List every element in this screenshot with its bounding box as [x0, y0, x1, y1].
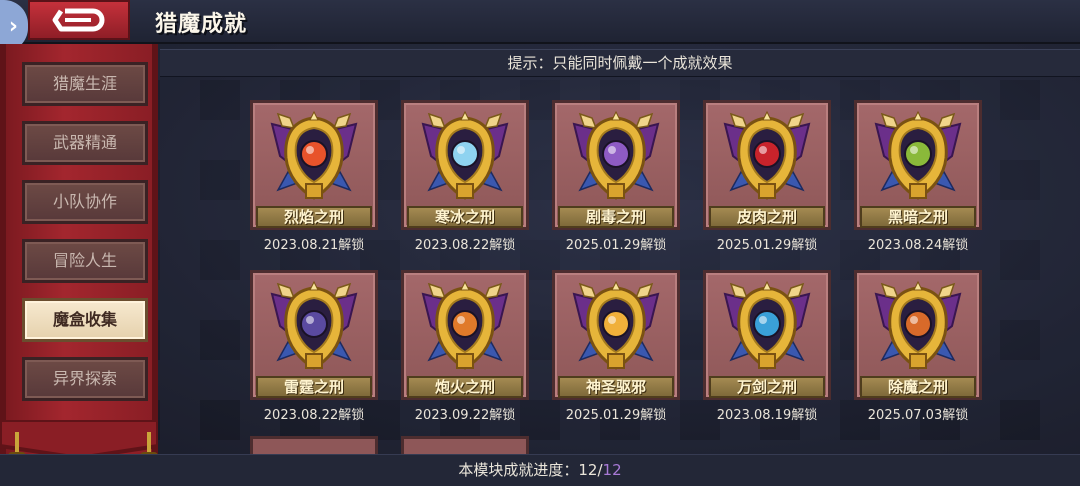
achievement-emblem-icon [572, 280, 660, 370]
sidebar-item[interactable]: 冒险人生 [22, 239, 148, 283]
achievement-emblem-icon [421, 110, 509, 200]
achievement-date: 2025.01.29解锁 [716, 238, 818, 253]
achievement-emblem-icon [723, 110, 811, 200]
achievement-name: 皮肉之刑 [709, 206, 825, 228]
achievement-name: 剧毒之刑 [558, 206, 674, 228]
sidebar-item[interactable]: 小队协作 [22, 180, 148, 224]
achievement-name: 烈焰之刑 [256, 206, 372, 228]
achievement-emblem-icon [874, 280, 962, 370]
partial-card [250, 436, 378, 456]
achievement-date: 2025.07.03解锁 [867, 408, 969, 423]
back-arrow-icon [52, 8, 105, 32]
achievement-date: 2023.08.19解锁 [716, 408, 818, 423]
progress-bar: 本模块成就进度：12/12 [0, 454, 1080, 486]
achievement-emblem-icon [723, 280, 811, 370]
achievement-card[interactable]: 雷霆之刑 2023.08.22解锁 [250, 270, 378, 430]
chevron-right-icon: › [8, 13, 18, 39]
achievement-card[interactable]: 皮肉之刑 2025.01.29解锁 [703, 100, 831, 260]
achievement-name: 神圣驱邪 [558, 376, 674, 398]
achievement-name: 万剑之刑 [709, 376, 825, 398]
achievement-card[interactable]: 炮火之刑 2023.09.22解锁 [401, 270, 529, 430]
achievement-name: 炮火之刑 [407, 376, 523, 398]
achievement-name: 雷霆之刑 [256, 376, 372, 398]
achievement-emblem-icon [270, 280, 358, 370]
achievement-date: 2025.01.29解锁 [565, 238, 667, 253]
progress-current: 12 [578, 461, 598, 479]
progress-total: 12 [602, 461, 622, 479]
sidebar-item[interactable]: 魔盒收集 [22, 298, 148, 342]
achievement-card[interactable]: 除魔之刑 2025.07.03解锁 [854, 270, 982, 430]
top-bar: 猎魔成就 [0, 0, 1080, 44]
achievement-date: 2023.08.24解锁 [867, 238, 969, 253]
sidebar-item[interactable]: 武器精通 [22, 121, 148, 165]
achievement-emblem-icon [874, 110, 962, 200]
achievement-card[interactable]: 剧毒之刑 2025.01.29解锁 [552, 100, 680, 260]
achievement-date: 2023.08.21解锁 [263, 238, 365, 253]
achievement-date: 2023.08.22解锁 [263, 408, 365, 423]
hint-text: 提示：只能同时佩戴一个成就效果 [160, 49, 1080, 77]
achievement-name: 除魔之刑 [860, 376, 976, 398]
achievement-emblem-icon [270, 110, 358, 200]
back-button[interactable] [28, 0, 130, 40]
achievement-emblem-icon [421, 280, 509, 370]
partial-card [401, 436, 529, 456]
sidebar-item[interactable]: 异界探索 [22, 357, 148, 401]
progress-label: 本模块成就进度： [458, 461, 579, 479]
achievement-card[interactable]: 黑暗之刑 2023.08.24解锁 [854, 100, 982, 260]
achievement-card[interactable]: 万剑之刑 2023.08.19解锁 [703, 270, 831, 430]
achievement-name: 寒冰之刑 [407, 206, 523, 228]
achievement-card[interactable]: 烈焰之刑 2023.08.21解锁 [250, 100, 378, 260]
sidebar-item[interactable]: 猎魔生涯 [22, 62, 148, 106]
achievement-card[interactable]: 寒冰之刑 2023.08.22解锁 [401, 100, 529, 260]
achievement-name: 黑暗之刑 [860, 206, 976, 228]
page-title: 猎魔成就 [155, 12, 248, 37]
achievement-date: 2023.08.22解锁 [414, 238, 516, 253]
achievement-date: 2025.01.29解锁 [565, 408, 667, 423]
achievement-card[interactable]: 神圣驱邪 2025.01.29解锁 [552, 270, 680, 430]
achievement-date: 2023.09.22解锁 [414, 408, 516, 423]
achievement-emblem-icon [572, 110, 660, 200]
